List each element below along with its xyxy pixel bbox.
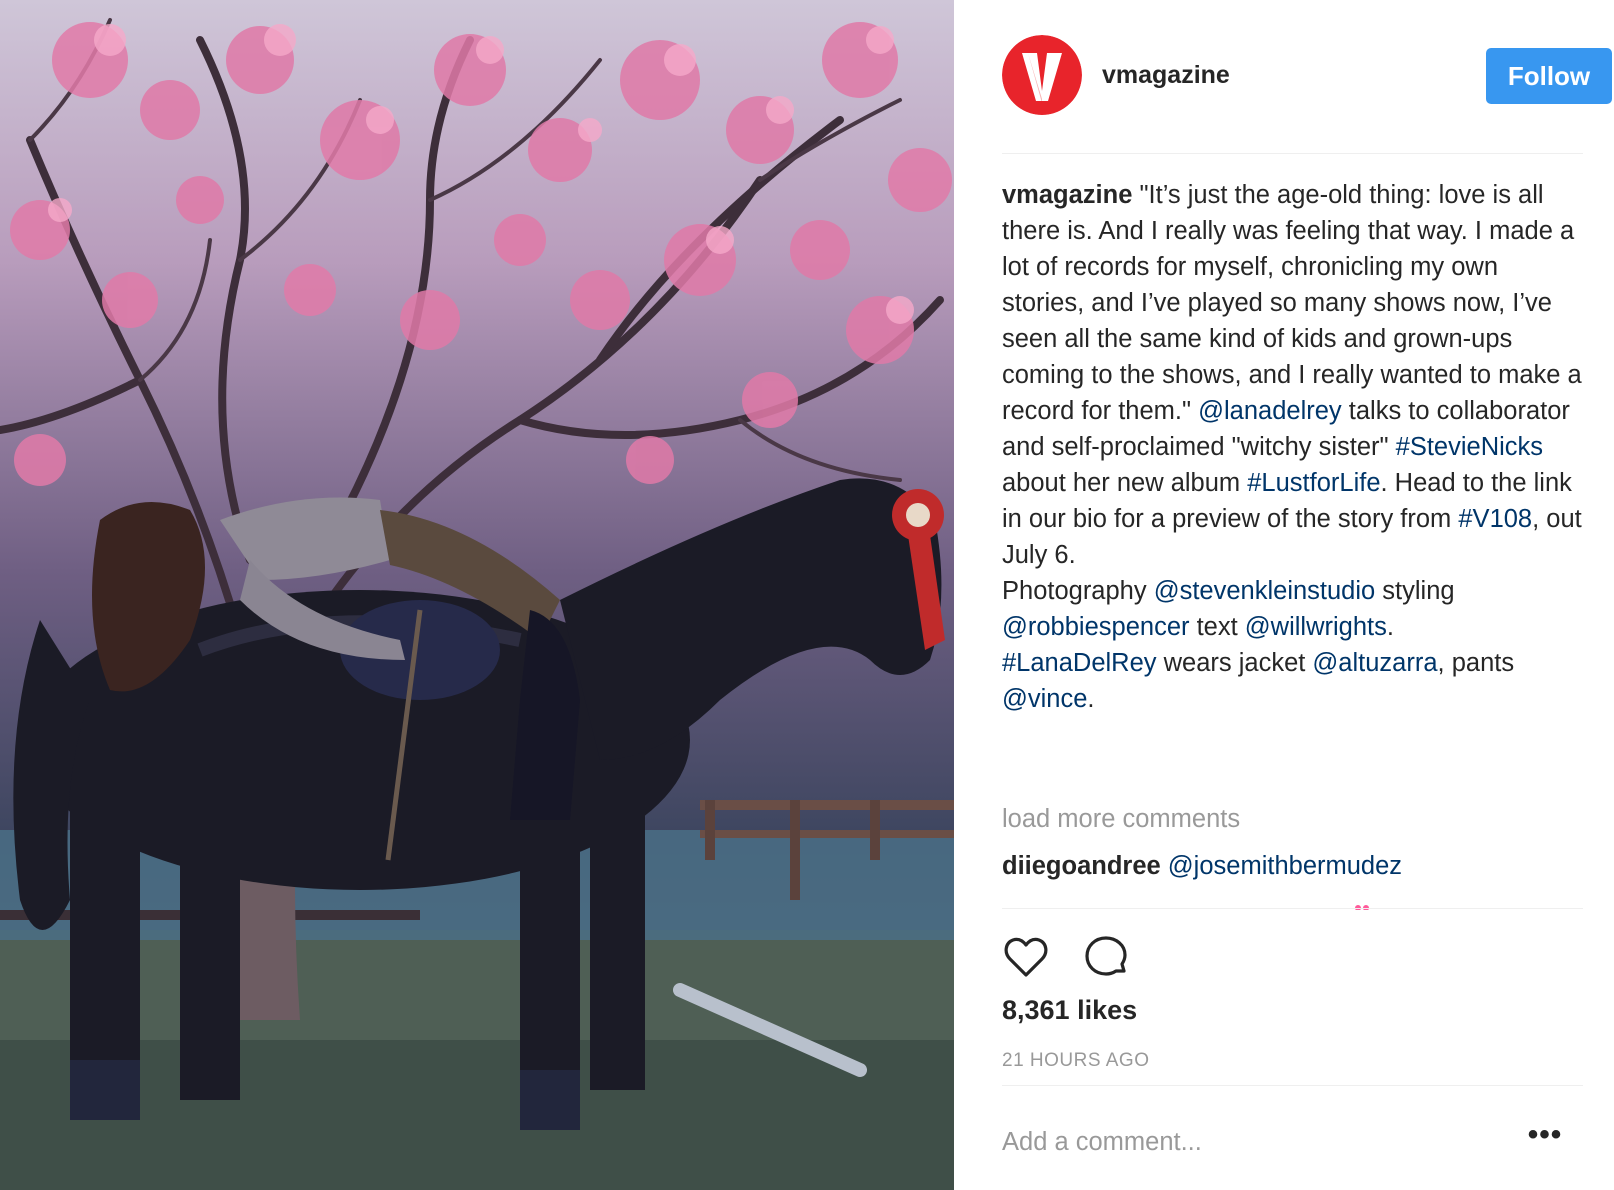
caption-segment: "It’s just the age-old thing: love is al… xyxy=(1002,181,1582,425)
post-header: vmagazine Follow xyxy=(1002,33,1612,123)
mention-link[interactable]: @willwrights xyxy=(1245,613,1387,641)
photo-illustration xyxy=(0,18,954,1190)
comment-username[interactable]: diiegoandree xyxy=(1002,852,1161,880)
v-logo-icon xyxy=(1002,35,1082,115)
add-comment-input[interactable] xyxy=(1002,1120,1482,1164)
caption: vmagazine "It’s just the age-old thing: … xyxy=(1002,177,1587,717)
mention-link[interactable]: @robbiespencer xyxy=(1002,613,1190,641)
mention-link[interactable]: @stevenkleinstudio xyxy=(1154,577,1376,605)
post-side-panel: vmagazine Follow vmagazine "It’s just th… xyxy=(954,0,1614,1190)
caption-username[interactable]: vmagazine xyxy=(1002,181,1132,209)
caption-segment: styling xyxy=(1375,577,1455,605)
post-photo[interactable] xyxy=(0,0,954,1190)
mention-link[interactable]: @vince xyxy=(1002,685,1087,713)
post-timestamp: 21 HOURS AGO xyxy=(1002,1050,1150,1071)
follow-button[interactable]: Follow xyxy=(1486,48,1612,104)
caption-segment: about her new album xyxy=(1002,469,1248,497)
caption-text: vmagazine "It’s just the age-old thing: … xyxy=(1002,177,1587,717)
more-options-icon[interactable]: ••• xyxy=(1520,1120,1570,1156)
emoji-fragment xyxy=(1355,905,1369,910)
caption-segment: text xyxy=(1189,613,1245,641)
action-bar xyxy=(1002,933,1202,981)
mention-link[interactable]: @altuzarra xyxy=(1312,649,1437,677)
hashtag-link[interactable]: #StevieNicks xyxy=(1396,433,1543,461)
comment-item: diiegoandree @josemithbermudez xyxy=(1002,852,1402,881)
avatar[interactable] xyxy=(1002,35,1082,115)
mention-link[interactable]: @lanadelrey xyxy=(1198,397,1342,425)
caption-segment: . xyxy=(1386,613,1394,641)
caption-segment: wears jacket xyxy=(1156,649,1313,677)
divider xyxy=(1002,908,1583,909)
caption-body: "It’s just the age-old thing: love is al… xyxy=(1002,181,1582,713)
caption-segment: , pants xyxy=(1437,649,1515,677)
hashtag-link[interactable]: #LustforLife xyxy=(1247,469,1380,497)
load-more-comments-link[interactable]: load more comments xyxy=(1002,805,1240,834)
hashtag-link[interactable]: #LanaDelRey xyxy=(1002,649,1157,677)
heart-icon[interactable] xyxy=(1002,933,1050,981)
divider xyxy=(1002,153,1583,154)
likes-count[interactable]: 8,361 likes xyxy=(1002,995,1137,1026)
caption-segment: . xyxy=(1087,685,1095,713)
caption-segment: Photography xyxy=(1002,577,1154,605)
divider xyxy=(1002,1085,1583,1086)
comment-text[interactable]: @josemithbermudez xyxy=(1168,852,1402,880)
header-username[interactable]: vmagazine xyxy=(1102,61,1230,90)
instagram-post: vmagazine Follow vmagazine "It’s just th… xyxy=(0,0,1614,1190)
speech-bubble-icon[interactable] xyxy=(1082,933,1130,981)
hashtag-link[interactable]: #V108 xyxy=(1458,505,1532,533)
